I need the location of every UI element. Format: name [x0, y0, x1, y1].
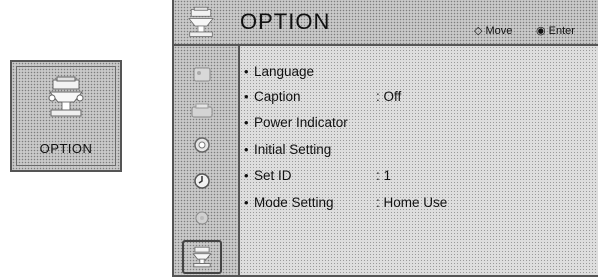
menu-item-label: Initial Setting — [254, 142, 332, 157]
menu-item-power-indicator[interactable]: • Power Indicator — [240, 115, 540, 137]
page-title: OPTION — [240, 9, 331, 34]
enter-hint-label: Enter — [548, 25, 575, 37]
menu-item-label: Language — [254, 64, 315, 79]
menu-item-set-id[interactable]: • Set ID : 1 — [240, 168, 540, 190]
menu-item-label: Caption — [254, 89, 301, 104]
category-rail — [174, 46, 240, 275]
time-icon — [194, 173, 210, 189]
option-menu-panel: OPTION ◇ Move ◉ Enter • Language • Capti… — [172, 0, 598, 277]
menu-item-value: : Home Use — [376, 195, 448, 210]
rail-lock[interactable] — [182, 200, 222, 234]
move-hint: ◇ Move — [474, 24, 512, 37]
picture-icon — [193, 67, 211, 82]
rail-audio[interactable] — [182, 94, 222, 128]
move-hint-label: Move — [485, 25, 513, 37]
rail-time[interactable] — [182, 164, 222, 198]
menu-item-caption[interactable]: • Caption : Off — [240, 89, 540, 111]
option-card-label: OPTION — [39, 141, 93, 156]
move-arrows-icon: ◇ — [474, 25, 483, 37]
rail-picture[interactable] — [182, 58, 222, 92]
menu-item-label: Power Indicator — [254, 115, 348, 130]
menu-item-label: Set ID — [254, 168, 292, 183]
rail-channel[interactable] — [182, 128, 222, 162]
bullet-icon: • — [244, 168, 249, 183]
lock-icon — [195, 211, 209, 225]
bullet-icon: • — [244, 64, 249, 79]
menu-header: OPTION ◇ Move ◉ Enter — [174, 0, 598, 46]
menu-item-mode-setting[interactable]: • Mode Setting : Home Use — [240, 195, 540, 217]
menu-item-label: Mode Setting — [254, 195, 334, 210]
option-icon — [48, 76, 84, 117]
enter-hint: ◉ Enter — [536, 24, 575, 37]
menu-item-value: : Off — [376, 89, 402, 104]
menu-items: • Language • Caption : Off • Power Indic… — [240, 46, 598, 275]
option-icon — [192, 246, 212, 268]
menu-item-language[interactable]: • Language — [240, 64, 540, 86]
bullet-icon: • — [244, 142, 249, 157]
channel-icon — [194, 137, 210, 153]
bullet-icon: • — [244, 195, 249, 210]
enter-button-icon: ◉ — [536, 25, 546, 37]
rail-option[interactable] — [182, 240, 222, 274]
menu-item-value: : 1 — [376, 168, 392, 183]
option-icon — [188, 6, 214, 37]
option-card[interactable]: OPTION — [10, 60, 122, 172]
menu-item-initial-setting[interactable]: • Initial Setting — [240, 142, 540, 164]
audio-icon — [191, 103, 213, 118]
bullet-icon: • — [244, 115, 249, 130]
bullet-icon: • — [244, 89, 249, 104]
